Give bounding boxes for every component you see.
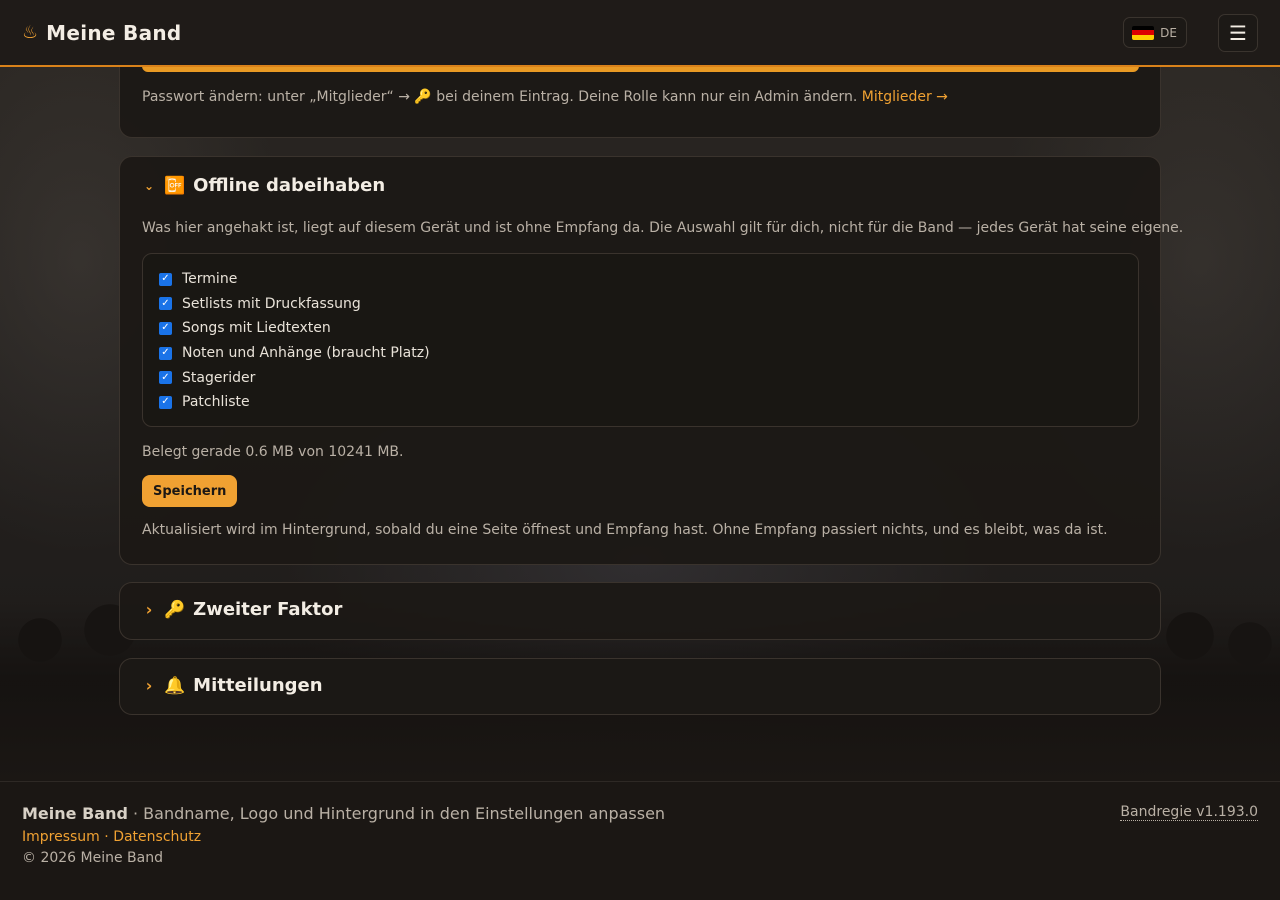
storage-usage: Belegt gerade 0.6 MB von 10241 MB. [142, 444, 404, 460]
members-link[interactable]: Mitglieder → [862, 89, 948, 105]
password-hint: Passwort ändern: unter „Mitglieder“ → 🔑 … [142, 89, 948, 105]
offline-option[interactable]: ✓ Songs mit Liedtexten [159, 316, 1122, 341]
checkbox[interactable]: ✓ [159, 321, 172, 335]
language-switcher[interactable]: DE [1123, 17, 1187, 48]
brand[interactable]: ♨ Meine Band [22, 21, 182, 45]
checkbox[interactable]: ✓ [159, 297, 172, 311]
footer-tagline: Meine Band · Bandname, Logo und Hintergr… [22, 804, 665, 823]
chevron-right-icon: › [145, 676, 153, 695]
password-hint-text: Passwort ändern: unter „Mitglieder“ → 🔑 … [142, 89, 858, 105]
german-flag-icon [1132, 25, 1155, 40]
option-label: Noten und Anhänge (braucht Platz) [182, 345, 430, 362]
brand-name: Meine Band [46, 20, 182, 45]
offline-option[interactable]: ✓ Stagerider [159, 365, 1122, 390]
two-factor-header[interactable]: › 🔑 Zweiter Faktor [142, 599, 343, 620]
top-bar: ♨ Meine Band DE ☰ [0, 0, 1280, 67]
two-factor-section: › 🔑 Zweiter Faktor [119, 582, 1161, 640]
offline-options: ✓ Termine ✓ Setlists mit Druckfassung ✓ Songs… [142, 253, 1139, 427]
sync-footnote: Aktualisiert wird im Hintergrund, sobald… [142, 522, 1108, 538]
app-version[interactable]: Bandregie v1.193.0 [1120, 804, 1258, 821]
offline-description: Was hier angehakt ist, liegt auf diesem … [142, 220, 1184, 236]
footer-brand: Meine Band [22, 804, 128, 823]
footer-tagline-text: · Bandname, Logo und Hintergrund in den … [127, 804, 666, 823]
checkbox[interactable]: ✓ [159, 346, 172, 360]
datenschutz-link[interactable]: Datenschutz [113, 829, 201, 845]
section-title: Offline dabeihaben [193, 175, 386, 196]
chevron-down-icon: ⌄ [143, 178, 155, 193]
header-actions: DE ☰ [1123, 13, 1258, 52]
offline-option[interactable]: ✓ Setlists mit Druckfassung [159, 292, 1122, 317]
option-label: Stagerider [182, 369, 256, 386]
bell-icon: 🔔 [164, 675, 186, 696]
offline-option[interactable]: ✓ Termine [159, 267, 1122, 292]
menu-button[interactable]: ☰ [1218, 13, 1258, 52]
language-code: DE [1160, 25, 1177, 40]
section-title: Zweiter Faktor [193, 599, 343, 620]
option-label: Termine [182, 271, 238, 288]
hot-springs-icon: ♨ [22, 22, 39, 43]
checkbox[interactable]: ✓ [159, 272, 172, 286]
footer-links: Impressum · Datenschutz [22, 829, 201, 845]
impressum-link[interactable]: Impressum [22, 829, 100, 845]
offline-section: ⌄ 📴 Offline dabeihaben Was hier angehakt… [119, 156, 1183, 565]
footer-link-separator: · [99, 829, 114, 845]
option-label: Setlists mit Druckfassung [182, 295, 361, 312]
save-button[interactable]: Speichern [142, 475, 238, 507]
offline-section-header[interactable]: ⌄ 📴 Offline dabeihaben [142, 175, 385, 196]
checkbox[interactable]: ✓ [159, 395, 172, 409]
key-icon: 🔑 [164, 599, 186, 620]
copyright: © 2026 Meine Band [22, 850, 163, 866]
page-footer: Meine Band · Bandname, Logo und Hintergr… [0, 781, 1280, 900]
option-label: Songs mit Liedtexten [182, 320, 331, 337]
notifications-section: › 🔔 Mitteilungen [119, 658, 1161, 715]
checkbox[interactable]: ✓ [159, 371, 172, 385]
option-label: Patchliste [182, 394, 250, 411]
offline-option[interactable]: ✓ Patchliste [159, 390, 1122, 415]
chevron-right-icon: › [145, 600, 153, 619]
offline-option[interactable]: ✓ Noten und Anhänge (braucht Platz) [159, 341, 1122, 366]
offline-phone-icon: 📴 [164, 175, 186, 196]
section-title: Mitteilungen [193, 675, 323, 696]
hamburger-icon: ☰ [1229, 20, 1247, 45]
notifications-header[interactable]: › 🔔 Mitteilungen [142, 675, 323, 696]
